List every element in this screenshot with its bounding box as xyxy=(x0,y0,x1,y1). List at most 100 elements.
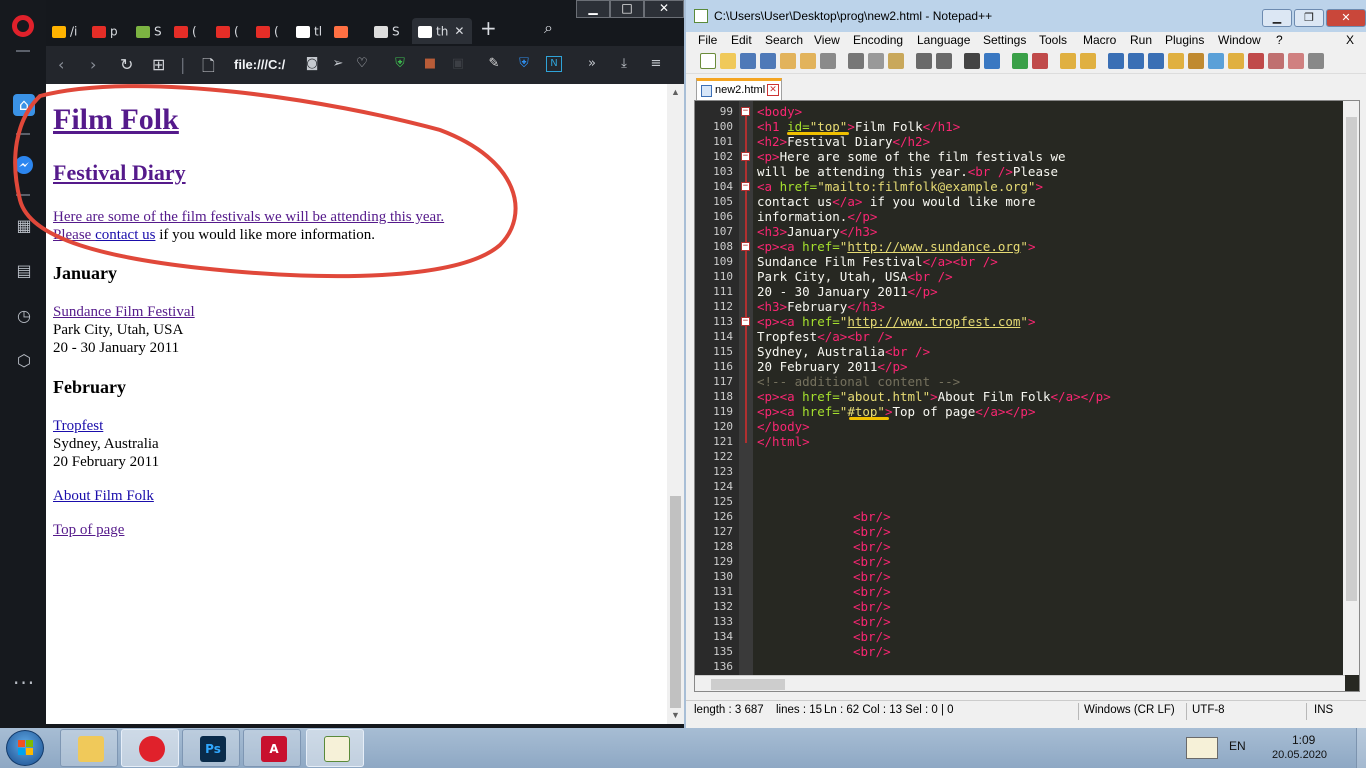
home-icon[interactable]: ⌂ xyxy=(13,94,35,116)
minimize-button[interactable]: ▁ xyxy=(576,0,610,18)
extension-cube-icon[interactable]: ■ xyxy=(422,56,438,72)
tab[interactable]: ( xyxy=(216,18,250,44)
fold-toggle-icon[interactable]: − xyxy=(741,107,750,116)
menu-help[interactable]: ? xyxy=(1276,33,1283,47)
scrollbar-thumb[interactable] xyxy=(1346,117,1357,601)
extension-icon[interactable]: ▣ xyxy=(450,56,466,72)
adblock-shield-icon[interactable]: ⛨ xyxy=(392,56,408,72)
sync-v-icon[interactable] xyxy=(1060,53,1076,69)
sundance-link[interactable]: Sundance Film Festival xyxy=(53,304,195,320)
tab[interactable]: S xyxy=(136,18,170,44)
close-all-icon[interactable] xyxy=(800,53,816,69)
maximize-button[interactable]: □ xyxy=(610,0,644,18)
subtitle-link[interactable]: Festival Diary xyxy=(53,160,186,186)
menu-plugins[interactable]: Plugins xyxy=(1165,33,1204,47)
close-button[interactable]: ✕ xyxy=(1326,9,1366,27)
tab[interactable]: S xyxy=(374,18,408,44)
back-icon[interactable]: ‹ xyxy=(58,55,64,74)
tab-overview-icon[interactable]: ⊞ xyxy=(152,55,165,74)
tab-new2-html[interactable]: new2.html ✕ xyxy=(696,78,782,100)
address-field[interactable]: file:///C:/ xyxy=(234,57,285,72)
close-button[interactable]: ✕ xyxy=(644,0,684,18)
menu-file[interactable]: File xyxy=(698,33,717,47)
indent-guide-icon[interactable] xyxy=(1148,53,1164,69)
reload-icon[interactable]: ↻ xyxy=(120,55,133,74)
close-tab-icon[interactable]: ✕ xyxy=(767,84,779,96)
zoom-out-icon[interactable] xyxy=(1032,53,1048,69)
record-macro-icon[interactable] xyxy=(1248,53,1264,69)
taskbar-opera[interactable] xyxy=(121,729,179,767)
status-encoding[interactable]: UTF-8 xyxy=(1192,704,1225,716)
fold-toggle-icon[interactable]: − xyxy=(741,317,750,326)
language-indicator[interactable]: EN xyxy=(1229,739,1246,753)
forward-icon[interactable]: › xyxy=(90,55,96,74)
scroll-up-icon[interactable]: ▲ xyxy=(671,87,680,97)
tab[interactable]: ( xyxy=(174,18,208,44)
download-icon[interactable]: ⤓ xyxy=(616,56,632,72)
taskbar-photoshop[interactable]: Ps xyxy=(182,729,240,767)
menu-language[interactable]: Language xyxy=(917,33,970,47)
editor-horizontal-scrollbar[interactable] xyxy=(695,675,1345,691)
sync-h-icon[interactable] xyxy=(1080,53,1096,69)
menu-search[interactable]: Search xyxy=(765,33,803,47)
news-icon[interactable]: ▤ xyxy=(13,260,35,282)
about-link[interactable]: About Film Folk xyxy=(53,488,154,504)
save-all-icon[interactable] xyxy=(760,53,776,69)
undo-icon[interactable] xyxy=(916,53,932,69)
word-wrap-icon[interactable] xyxy=(1108,53,1124,69)
messenger-icon[interactable] xyxy=(13,155,35,177)
status-insert-mode[interactable]: INS xyxy=(1314,704,1333,716)
new-file-icon[interactable] xyxy=(700,53,716,69)
menu-edit[interactable]: Edit xyxy=(731,33,752,47)
tab[interactable] xyxy=(334,18,368,44)
snapshot-icon[interactable]: ◙ xyxy=(304,56,320,72)
save-icon[interactable] xyxy=(740,53,756,69)
play-macro-icon[interactable] xyxy=(1288,53,1304,69)
scrollbar-thumb[interactable] xyxy=(711,679,785,690)
scroll-down-icon[interactable]: ▼ xyxy=(671,710,680,720)
show-desktop-button[interactable] xyxy=(1356,728,1366,768)
tab[interactable]: p xyxy=(92,18,126,44)
tab[interactable]: /i xyxy=(52,18,86,44)
tab[interactable]: ( xyxy=(256,18,290,44)
paste-icon[interactable] xyxy=(888,53,904,69)
tray-action-center-icon[interactable] xyxy=(1186,737,1218,759)
menu-view[interactable]: View xyxy=(814,33,840,47)
easy-setup-icon[interactable]: ≡ xyxy=(648,56,664,72)
monitoring-icon[interactable] xyxy=(1308,53,1324,69)
clock-date[interactable]: 20.05.2020 xyxy=(1272,749,1327,761)
menu-run[interactable]: Run xyxy=(1130,33,1152,47)
fold-toggle-icon[interactable]: − xyxy=(741,242,750,251)
history-icon[interactable]: ◷ xyxy=(13,305,35,327)
fold-toggle-icon[interactable]: − xyxy=(741,182,750,191)
notion-icon[interactable]: N xyxy=(546,56,562,72)
udl-icon[interactable] xyxy=(1168,53,1184,69)
print-icon[interactable] xyxy=(820,53,836,69)
scrollbar-thumb[interactable] xyxy=(670,496,681,708)
speed-dial-icon[interactable]: ▦ xyxy=(13,215,35,237)
menu-close-doc[interactable]: X xyxy=(1346,33,1354,47)
minimize-button[interactable]: ▁ xyxy=(1262,9,1292,27)
tab[interactable]: tl xyxy=(296,18,330,44)
page-info-icon[interactable]: 🗋 xyxy=(202,55,215,82)
zoom-in-icon[interactable] xyxy=(1012,53,1028,69)
extensions-icon[interactable]: ⬡ xyxy=(13,350,35,372)
opera-logo-icon[interactable] xyxy=(12,15,34,37)
cut-icon[interactable] xyxy=(848,53,864,69)
taskbar-acrobat[interactable]: A xyxy=(243,729,301,767)
top-of-page-link[interactable]: Top of page xyxy=(53,522,124,538)
color-picker-icon[interactable]: ✎ xyxy=(486,56,502,72)
close-file-icon[interactable] xyxy=(780,53,796,69)
more-icon[interactable]: ··· xyxy=(13,672,35,694)
bookmark-heart-icon[interactable]: ♡ xyxy=(354,56,370,72)
clock-time[interactable]: 1:09 xyxy=(1292,733,1315,747)
intro-link[interactable]: Here are some of the film festivals we w… xyxy=(53,209,444,225)
menu-window[interactable]: Window xyxy=(1218,33,1261,47)
menu-tools[interactable]: Tools xyxy=(1039,33,1067,47)
vpn-shield-icon[interactable]: ⛨ xyxy=(516,56,532,72)
find-icon[interactable] xyxy=(964,53,980,69)
code-editor[interactable]: 99 100 101 102 103 104 105 106 107 108 109 110 111 11… xyxy=(694,100,1360,692)
folder-workspace-icon[interactable] xyxy=(1228,53,1244,69)
doc-map-icon[interactable] xyxy=(1188,53,1204,69)
more-extensions-icon[interactable]: » xyxy=(584,56,600,72)
